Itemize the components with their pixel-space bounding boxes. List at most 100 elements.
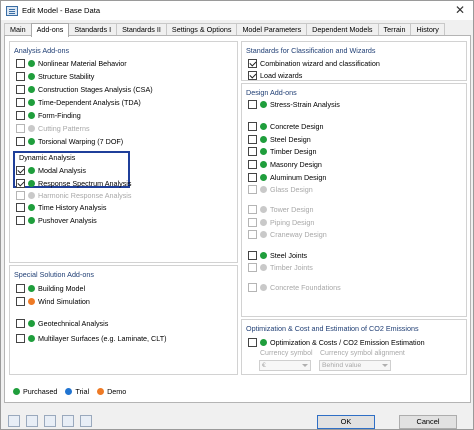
addon-row[interactable]: Structure Stability [16,71,94,81]
addon-row[interactable]: Timber Design [248,146,316,156]
addon-checkbox[interactable] [16,58,25,68]
addon-row[interactable]: Multilayer Surfaces (e.g. Laminate, CLT) [16,333,167,343]
unavailable-status-icon [28,191,35,199]
close-icon[interactable]: ✕ [453,3,467,17]
addon-checkbox[interactable] [16,202,25,212]
dynamic-analysis-title: Dynamic Analysis [19,153,76,162]
addon-checkbox[interactable] [248,146,257,156]
ok-button[interactable]: OK [317,415,375,429]
addon-checkbox[interactable] [248,99,257,109]
search-icon[interactable] [8,415,20,427]
addon-row[interactable]: Modal Analysis [16,165,86,175]
special-addons-group: Special Solution Add-ons Building Model W… [9,265,238,375]
addon-label: Aluminum Design [270,172,327,182]
addon-label: Combination wizard and classification [260,58,380,68]
addon-label: Timber Joints [270,262,313,272]
addon-row[interactable]: Construction Stages Analysis (CSA) [16,84,153,94]
addon-checkbox[interactable] [248,172,257,182]
addon-checkbox[interactable] [16,215,25,225]
purchased-status-icon [260,100,267,108]
currency-alignment-label: Currency symbol alignment [320,350,405,357]
addon-row[interactable]: Form-Finding [16,110,81,120]
purchased-status-icon [28,319,35,327]
addon-checkbox[interactable] [16,84,25,94]
addon-checkbox [248,184,257,194]
addon-checkbox[interactable] [16,318,25,328]
addon-label: Glass Design [270,184,313,194]
addon-checkbox[interactable] [16,178,25,188]
legend-dot-icon [97,388,105,395]
unavailable-status-icon [28,124,35,132]
addon-label: Form-Finding [38,110,81,120]
purchased-status-icon [28,284,35,292]
cancel-button[interactable]: Cancel [399,415,457,429]
addon-label: Building Model [38,283,86,293]
addon-checkbox [248,262,257,272]
unavailable-status-icon [260,283,267,291]
purchased-status-icon [28,72,35,80]
addon-row[interactable]: Pushover Analysis [16,215,97,225]
addon-label: Time-Dependent Analysis (TDA) [38,97,141,107]
purchased-status-icon [260,135,267,143]
units-icon[interactable] [44,415,56,427]
addon-row[interactable]: Concrete Design [248,121,324,131]
model-icon[interactable] [26,415,38,427]
addon-label: Modal Analysis [38,165,86,175]
addon-label: Steel Joints [270,250,308,260]
group-title: Analysis Add-ons [14,46,70,55]
settings-icon[interactable] [62,415,74,427]
addon-row: Tower Design [248,204,314,214]
optimization-checkbox[interactable] [248,337,257,347]
addon-checkbox[interactable] [248,250,257,260]
addon-checkbox[interactable] [248,121,257,131]
addon-checkbox[interactable] [16,296,25,306]
addon-row[interactable]: Torsional Warping (7 DOF) [16,136,123,146]
addon-label: Response Spectrum Analysis [38,178,132,188]
addon-label: Wind Simulation [38,296,90,306]
addon-row[interactable]: Time History Analysis [16,202,106,212]
addon-row[interactable]: Combination wizard and classification [248,58,380,68]
addon-row[interactable]: Steel Joints [248,250,307,260]
addon-checkbox[interactable] [16,97,25,107]
currency-symbol-value: € [262,362,266,369]
addon-row[interactable]: Steel Design [248,134,311,144]
unavailable-status-icon [260,205,267,213]
addon-label: Stress-Strain Analysis [270,99,340,109]
optimization-label: Optimization & Costs / CO2 Emission Esti… [270,337,425,347]
export-icon[interactable] [80,415,92,427]
purchased-status-icon [28,203,35,211]
addon-checkbox[interactable] [248,70,257,80]
addon-checkbox[interactable] [16,110,25,120]
addon-checkbox[interactable] [248,159,257,169]
addon-row[interactable]: Wind Simulation [16,296,90,306]
addon-row[interactable]: Time-Dependent Analysis (TDA) [16,97,141,107]
currency-symbol-label: Currency symbol [260,350,313,357]
addon-label: Load wizards [260,70,303,80]
addon-label: Multilayer Surfaces (e.g. Laminate, CLT) [38,333,167,343]
addon-checkbox[interactable] [16,333,25,343]
addon-row[interactable]: Nonlinear Material Behavior [16,58,127,68]
purchased-status-icon [28,166,35,174]
addon-checkbox[interactable] [16,71,25,81]
addon-row[interactable]: Response Spectrum Analysis [16,178,131,188]
addon-checkbox[interactable] [248,58,257,68]
addon-row[interactable]: Masonry Design [248,159,322,169]
currency-symbol-select[interactable]: € [259,360,311,371]
currency-alignment-select[interactable]: Behind value [319,360,391,371]
addon-row[interactable]: Aluminum Design [248,172,326,182]
group-title: Design Add-ons [246,88,297,97]
purchased-status-icon [260,173,267,181]
addon-checkbox[interactable] [16,283,25,293]
addon-checkbox[interactable] [16,165,25,175]
purchased-status-icon [28,137,35,145]
purchased-status-icon [260,251,267,259]
addon-checkbox[interactable] [16,136,25,146]
addon-row[interactable]: Building Model [16,283,85,293]
optimization-row[interactable]: Optimization & Costs / CO2 Emission Esti… [248,337,425,347]
addon-row[interactable]: Geotechnical Analysis [16,318,108,328]
tab-add-ons[interactable]: Add-ons [30,23,70,37]
addon-row[interactable]: Load wizards [248,70,302,80]
legend-item: Trial [65,387,89,396]
addon-checkbox[interactable] [248,134,257,144]
addon-row[interactable]: Stress-Strain Analysis [248,99,340,109]
